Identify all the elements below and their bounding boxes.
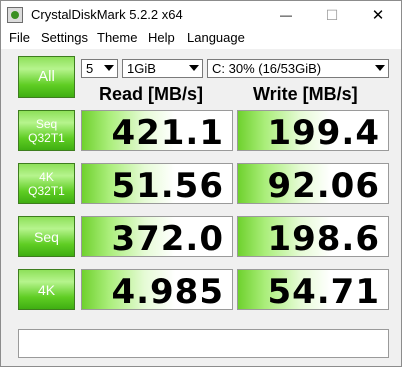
write-value: 92.06 <box>267 166 380 206</box>
minimize-button[interactable]: — <box>263 1 309 29</box>
close-icon: ✕ <box>371 7 385 24</box>
test-size-select[interactable]: 1GiB <box>122 59 203 78</box>
all-tests-button[interactable]: All <box>18 56 75 98</box>
test-label-line1: Seq <box>34 228 59 245</box>
read-value: 421.1 <box>111 113 224 153</box>
read-value: 51.56 <box>111 166 224 206</box>
read-result-4k-q32t1: 51.56 <box>81 163 233 206</box>
write-result-4k: 54.71 <box>237 269 389 312</box>
menu-settings[interactable]: Settings <box>41 30 88 45</box>
app-window: CrystalDiskMark 5.2.2 x64 — ☐ ✕ File Set… <box>0 0 402 367</box>
maximize-button[interactable]: ☐ <box>309 1 355 29</box>
write-value: 199.4 <box>267 113 380 153</box>
menu-theme[interactable]: Theme <box>97 30 137 45</box>
test-button-seq-q32t1[interactable]: Seq Q32T1 <box>18 110 75 151</box>
maximize-icon: ☐ <box>325 6 339 23</box>
read-result-seq-q32t1: 421.1 <box>81 110 233 153</box>
chevron-down-icon <box>375 65 385 71</box>
crystaldiskmark-app-icon <box>7 7 23 23</box>
drive-value: C: 30% (16/53GiB) <box>212 61 322 76</box>
menu-bar: File Settings Theme Help Language <box>1 29 401 49</box>
chevron-down-icon <box>104 65 114 71</box>
read-result-4k: 4.985 <box>81 269 233 312</box>
write-result-seq-q32t1: 199.4 <box>237 110 389 153</box>
test-button-seq[interactable]: Seq <box>18 216 75 257</box>
main-panel: All 5 1GiB C: 30% (16/53GiB) Read [MB/s]… <box>1 49 401 366</box>
close-button[interactable]: ✕ <box>355 1 401 29</box>
write-result-seq: 198.6 <box>237 216 389 259</box>
menu-file[interactable]: File <box>9 30 30 45</box>
test-label-line1: Seq <box>35 116 58 131</box>
test-label-line1: 4K <box>37 281 56 298</box>
menu-help[interactable]: Help <box>148 30 175 45</box>
chevron-down-icon <box>189 65 199 71</box>
read-value: 372.0 <box>111 219 224 259</box>
test-count-value: 5 <box>86 61 94 76</box>
comment-field[interactable] <box>18 329 389 358</box>
write-column-header: Write [MB/s] <box>253 84 358 104</box>
test-label-line1: 4K <box>39 169 54 184</box>
test-label-line2: Q32T1 <box>28 130 65 145</box>
title-bar[interactable]: CrystalDiskMark 5.2.2 x64 — ☐ ✕ <box>1 1 401 29</box>
drive-select[interactable]: C: 30% (16/53GiB) <box>207 59 389 78</box>
menu-language[interactable]: Language <box>187 30 245 45</box>
test-button-4k[interactable]: 4K <box>18 269 75 310</box>
test-count-select[interactable]: 5 <box>81 59 118 78</box>
all-tests-label: All <box>38 68 55 85</box>
test-button-4k-q32t1[interactable]: 4K Q32T1 <box>18 163 75 204</box>
write-result-4k-q32t1: 92.06 <box>237 163 389 206</box>
window-title: CrystalDiskMark 5.2.2 x64 <box>31 7 183 22</box>
read-column-header: Read [MB/s] <box>99 84 204 104</box>
write-value: 54.71 <box>267 272 380 312</box>
test-label-line2: Q32T1 <box>28 183 65 198</box>
test-size-value: 1GiB <box>127 61 156 76</box>
read-result-seq: 372.0 <box>81 216 233 259</box>
read-value: 4.985 <box>111 272 224 312</box>
minimize-icon: — <box>280 8 292 22</box>
write-value: 198.6 <box>267 219 380 259</box>
